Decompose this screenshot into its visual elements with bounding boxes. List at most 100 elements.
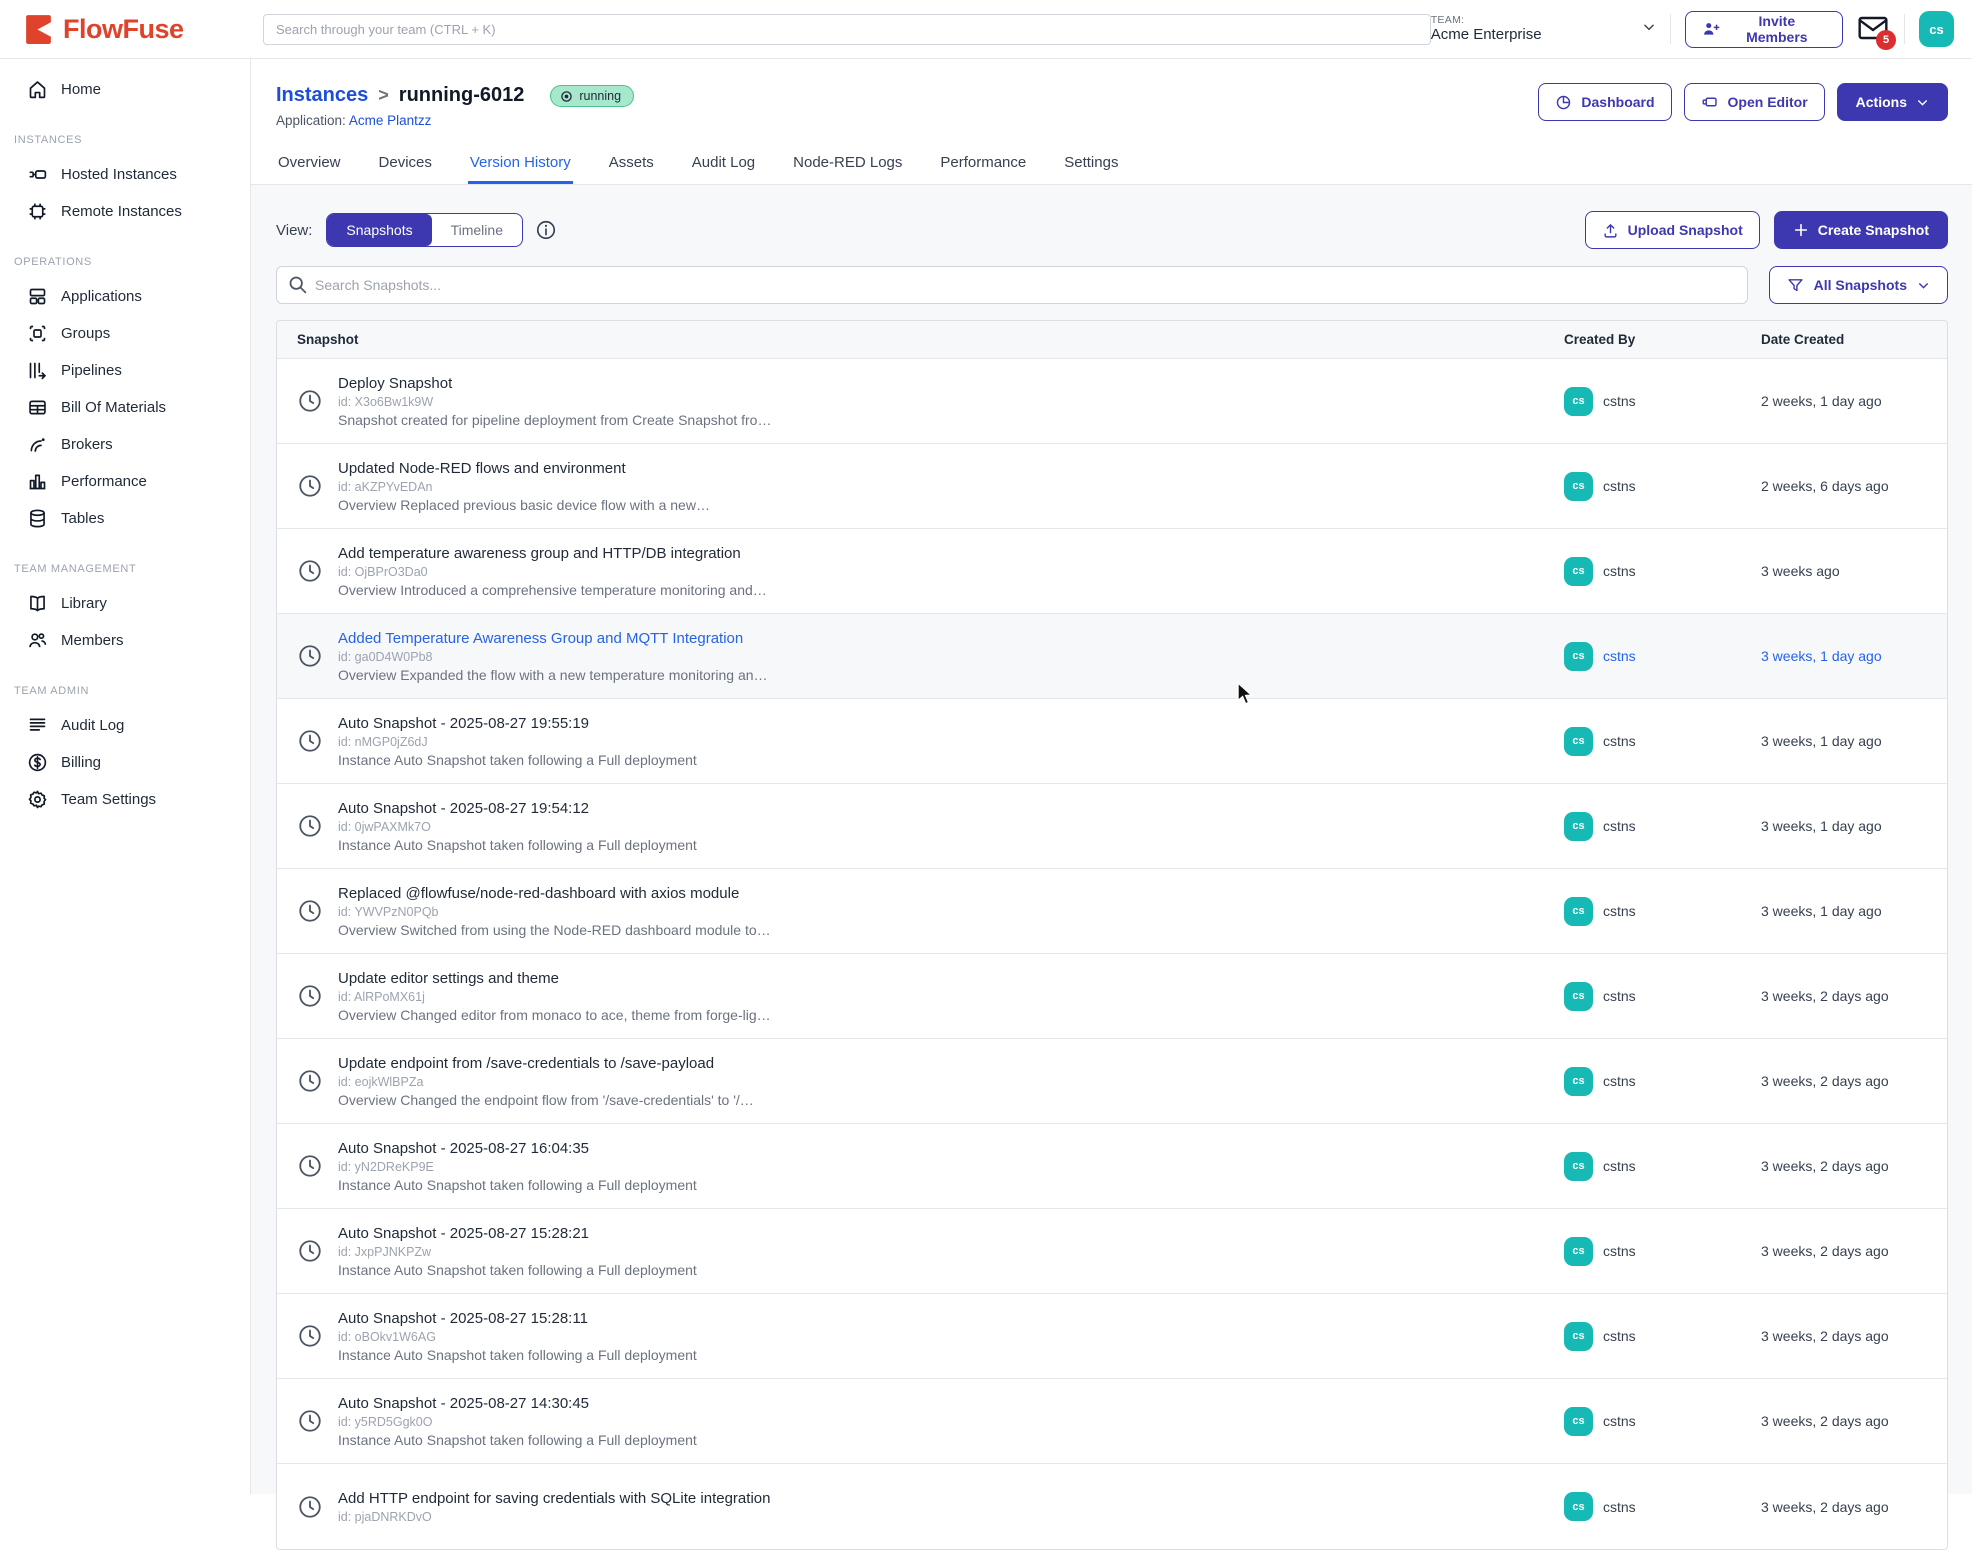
- info-icon[interactable]: [535, 219, 557, 241]
- table-row[interactable]: Update endpoint from /save-credentials t…: [277, 1039, 1947, 1124]
- sidebar-section: TEAM ADMIN Audit Log Billing Team Settin…: [0, 685, 250, 818]
- snapshot-title[interactable]: Auto Snapshot - 2025-08-27 19:54:12: [338, 800, 697, 817]
- sidebar-item-audit-log[interactable]: Audit Log: [0, 707, 250, 744]
- breadcrumb-instances-link[interactable]: Instances: [276, 84, 368, 107]
- tab-overview[interactable]: Overview: [276, 146, 343, 184]
- dashboard-button[interactable]: Dashboard: [1538, 83, 1671, 121]
- table-row[interactable]: Auto Snapshot - 2025-08-27 15:28:21 id: …: [277, 1209, 1947, 1294]
- team-selector[interactable]: TEAM: Acme Enterprise: [1431, 14, 1656, 43]
- snapshot-title[interactable]: Auto Snapshot - 2025-08-27 16:04:35: [338, 1140, 697, 1157]
- table-row[interactable]: Add HTTP endpoint for saving credentials…: [277, 1464, 1947, 1549]
- application-label: Application:: [276, 113, 346, 128]
- tab-performance[interactable]: Performance: [938, 146, 1028, 184]
- tab-assets[interactable]: Assets: [607, 146, 656, 184]
- sidebar-item-team-settings[interactable]: Team Settings: [0, 781, 250, 818]
- sidebar-item-members[interactable]: Members: [0, 622, 250, 659]
- snapshot-title[interactable]: Deploy Snapshot: [338, 375, 771, 392]
- flowfuse-logo[interactable]: FlowFuse: [0, 13, 251, 46]
- tab-audit-log[interactable]: Audit Log: [690, 146, 757, 184]
- creator-avatar: cs: [1564, 387, 1593, 416]
- sidebar-item-home[interactable]: Home: [0, 71, 250, 108]
- open-editor-button[interactable]: Open Editor: [1684, 83, 1825, 121]
- upload-snapshot-label: Upload Snapshot: [1628, 222, 1743, 238]
- table-row[interactable]: Auto Snapshot - 2025-08-27 16:04:35 id: …: [277, 1124, 1947, 1209]
- notifications-button[interactable]: 5: [1857, 14, 1890, 44]
- snapshot-title[interactable]: Update endpoint from /save-credentials t…: [338, 1055, 754, 1072]
- snapshot-title[interactable]: Update editor settings and theme: [338, 970, 771, 987]
- global-search-input[interactable]: [263, 14, 1431, 45]
- sidebar-item-tables[interactable]: Tables: [0, 500, 250, 537]
- snapshot-title[interactable]: Auto Snapshot - 2025-08-27 19:55:19: [338, 715, 697, 732]
- sidebar-item-bill-of-materials[interactable]: Bill Of Materials: [0, 389, 250, 426]
- snapshot-title[interactable]: Add HTTP endpoint for saving credentials…: [338, 1490, 770, 1507]
- sidebar-item-hosted-instances[interactable]: Hosted Instances: [0, 156, 250, 193]
- tab-devices[interactable]: Devices: [377, 146, 434, 184]
- create-snapshot-button[interactable]: Create Snapshot: [1774, 211, 1948, 249]
- table-row[interactable]: Auto Snapshot - 2025-08-27 15:28:11 id: …: [277, 1294, 1947, 1379]
- sidebar-item-label: Remote Instances: [61, 203, 182, 220]
- sidebar-item-groups[interactable]: Groups: [0, 315, 250, 352]
- page-header: Instances > running-6012 running Applica…: [251, 59, 1972, 185]
- sidebar-item-label: Applications: [61, 288, 142, 305]
- performance-icon: [27, 471, 48, 492]
- sidebar-item-label: Groups: [61, 325, 110, 342]
- date-created: 3 weeks ago: [1761, 563, 1947, 579]
- table-row[interactable]: Updated Node-RED flows and environment i…: [277, 444, 1947, 529]
- sidebar-section-heading: TEAM ADMIN: [0, 685, 250, 697]
- upload-icon: [1602, 222, 1619, 239]
- sidebar-item-brokers[interactable]: Brokers: [0, 426, 250, 463]
- table-row[interactable]: Auto Snapshot - 2025-08-27 14:30:45 id: …: [277, 1379, 1947, 1464]
- snapshot-title[interactable]: Added Temperature Awareness Group and MQ…: [338, 630, 768, 647]
- chevron-down-icon: [1642, 20, 1656, 39]
- table-row[interactable]: Added Temperature Awareness Group and MQ…: [277, 614, 1947, 699]
- creator-name: cstns: [1603, 1413, 1636, 1429]
- user-avatar[interactable]: cs: [1919, 11, 1954, 47]
- snapshot-description: Overview Changed the endpoint flow from …: [338, 1092, 754, 1108]
- application-link[interactable]: Acme Plantzz: [349, 113, 432, 128]
- tab-settings[interactable]: Settings: [1062, 146, 1120, 184]
- team-label: TEAM:: [1431, 14, 1542, 26]
- billing-icon: [27, 752, 48, 773]
- sidebar-item-billing[interactable]: Billing: [0, 744, 250, 781]
- snapshot-title[interactable]: Updated Node-RED flows and environment: [338, 460, 710, 477]
- remote-icon: [27, 201, 48, 222]
- sidebar-item-label: Home: [61, 81, 101, 98]
- view-toggle-timeline[interactable]: Timeline: [432, 214, 522, 246]
- sidebar-item-remote-instances[interactable]: Remote Instances: [0, 193, 250, 230]
- date-created: 2 weeks, 1 day ago: [1761, 393, 1947, 409]
- actions-button[interactable]: Actions: [1837, 83, 1948, 121]
- snapshot-title[interactable]: Auto Snapshot - 2025-08-27 14:30:45: [338, 1395, 697, 1412]
- sidebar-section: INSTANCES Hosted Instances Remote Instan…: [0, 134, 250, 230]
- table-row[interactable]: Deploy Snapshot id: X3o6Bw1k9W Snapshot …: [277, 359, 1947, 444]
- members-icon: [27, 630, 48, 651]
- sidebar-item-applications[interactable]: Applications: [0, 278, 250, 315]
- sidebar-item-pipelines[interactable]: Pipelines: [0, 352, 250, 389]
- tab-node-red-logs[interactable]: Node-RED Logs: [791, 146, 904, 184]
- invite-members-button[interactable]: Invite Members: [1685, 11, 1843, 48]
- sidebar-item-performance[interactable]: Performance: [0, 463, 250, 500]
- snapshot-description: Instance Auto Snapshot taken following a…: [338, 1262, 697, 1278]
- table-row[interactable]: Auto Snapshot - 2025-08-27 19:55:19 id: …: [277, 699, 1947, 784]
- chevron-down-icon: [1917, 279, 1930, 292]
- column-header-snapshot: Snapshot: [277, 332, 1564, 347]
- invite-members-label: Invite Members: [1728, 13, 1826, 45]
- sidebar-item-library[interactable]: Library: [0, 585, 250, 622]
- snapshot-title[interactable]: Auto Snapshot - 2025-08-27 15:28:11: [338, 1310, 697, 1327]
- snapshot-filter-dropdown[interactable]: All Snapshots: [1769, 266, 1948, 304]
- view-toggle-snapshots[interactable]: Snapshots: [327, 214, 431, 246]
- table-row[interactable]: Add temperature awareness group and HTTP…: [277, 529, 1947, 614]
- table-row[interactable]: Update editor settings and theme id: AlR…: [277, 954, 1947, 1039]
- upload-snapshot-button[interactable]: Upload Snapshot: [1585, 211, 1760, 249]
- table-row[interactable]: Replaced @flowfuse/node-red-dashboard wi…: [277, 869, 1947, 954]
- snapshot-title[interactable]: Add temperature awareness group and HTTP…: [338, 545, 767, 562]
- snapshot-title[interactable]: Replaced @flowfuse/node-red-dashboard wi…: [338, 885, 771, 902]
- snapshot-id: id: YWVPzN0PQb: [338, 905, 771, 919]
- status-badge-label: running: [579, 89, 621, 103]
- search-snapshots-input[interactable]: [276, 266, 1748, 304]
- tab-version-history[interactable]: Version History: [468, 146, 573, 184]
- clock-icon: [297, 1323, 323, 1349]
- clock-icon: [297, 1408, 323, 1434]
- snapshot-title[interactable]: Auto Snapshot - 2025-08-27 15:28:21: [338, 1225, 697, 1242]
- table-row[interactable]: Auto Snapshot - 2025-08-27 19:54:12 id: …: [277, 784, 1947, 869]
- pipelines-icon: [27, 360, 48, 381]
